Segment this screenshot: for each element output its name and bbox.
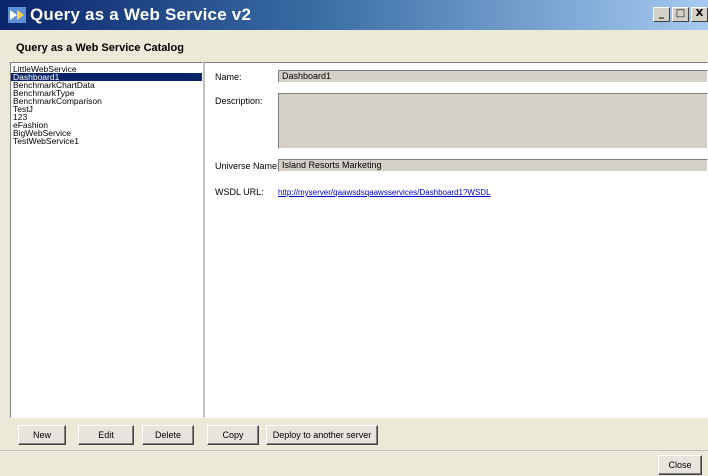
close-window-button[interactable]: X xyxy=(691,7,708,22)
wsdl-url-link[interactable]: http://myserver/qaawsdsqaawsservices/Das… xyxy=(278,188,491,197)
app-window: Query as a Web Service v2 _ □ X Query as… xyxy=(0,0,708,476)
catalog-heading: Query as a Web Service Catalog xyxy=(16,42,184,54)
close-button[interactable]: Close xyxy=(658,455,702,475)
web-service-list-items: LittleWebService Dashboard1 BenchmarkChart… xyxy=(11,63,202,145)
list-item[interactable]: BenchmarkComparison xyxy=(11,97,202,106)
app-logo-icon xyxy=(8,7,26,23)
window-title: Query as a Web Service v2 xyxy=(30,5,252,24)
deploy-button[interactable]: Deploy to another server xyxy=(266,425,378,445)
name-label: Name: xyxy=(215,72,242,82)
list-item[interactable]: TestJ xyxy=(11,105,202,114)
name-field[interactable]: Dashboard1 xyxy=(278,70,708,83)
universe-name-field[interactable]: Island Resorts Marketing xyxy=(278,159,708,172)
universe-name-label: Universe Name: xyxy=(215,161,280,171)
bottom-bar: Close xyxy=(0,450,708,476)
list-item[interactable]: TestWebService1 xyxy=(11,137,202,146)
description-field[interactable] xyxy=(278,93,708,149)
delete-button[interactable]: Delete xyxy=(142,425,194,445)
copy-button[interactable]: Copy xyxy=(207,425,259,445)
action-bar: New Edit Delete Copy Deploy to another s… xyxy=(0,420,708,448)
new-button[interactable]: New xyxy=(18,425,66,445)
maximize-button[interactable]: □ xyxy=(672,7,689,22)
edit-button[interactable]: Edit xyxy=(78,425,134,445)
web-service-list[interactable]: LittleWebService Dashboard1 BenchmarkChart… xyxy=(10,62,203,418)
wsdl-url-label: WSDL URL: xyxy=(215,187,264,197)
window-controls: _ □ X xyxy=(653,7,708,23)
title-bar[interactable]: Query as a Web Service v2 _ □ X xyxy=(0,0,708,30)
service-details-panel: Name: Dashboard1 Description: Universe N… xyxy=(203,62,708,418)
description-label: Description: xyxy=(215,96,263,106)
minimize-button[interactable]: _ xyxy=(653,7,670,22)
